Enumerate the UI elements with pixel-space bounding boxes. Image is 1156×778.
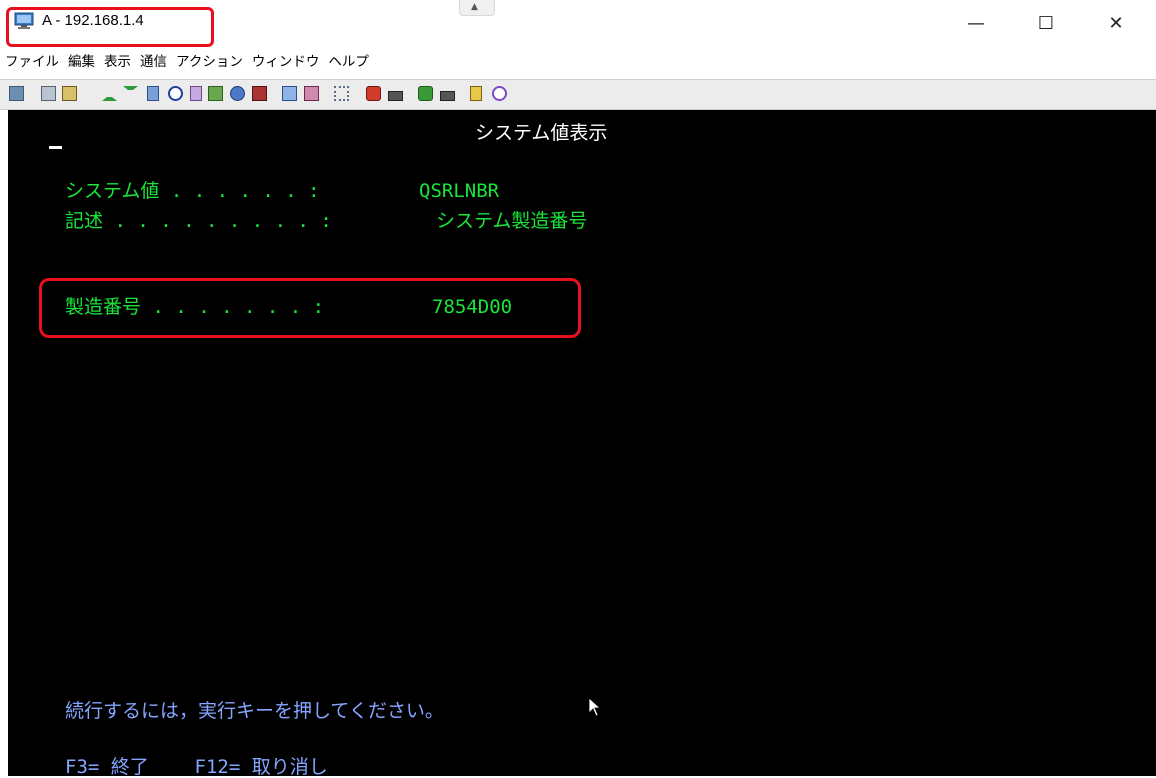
- menu-bar: ファイル 編集 表示 通信 アクション ウィンドウ ヘルプ: [0, 48, 1156, 72]
- receive-file-icon[interactable]: [123, 86, 138, 101]
- document-icon[interactable]: [147, 86, 159, 101]
- close-button[interactable]: ✕: [1096, 8, 1136, 38]
- menu-window[interactable]: ウィンドウ: [247, 48, 324, 72]
- notes-icon[interactable]: [470, 86, 482, 101]
- serial-highlight-box: [39, 278, 581, 338]
- function-keys: F3= 終了 F12= 取り消し: [65, 756, 328, 778]
- receive-icon[interactable]: [388, 91, 403, 101]
- paste-icon[interactable]: [41, 86, 56, 101]
- clock-icon[interactable]: [168, 86, 183, 101]
- title-highlight-box: [6, 7, 214, 47]
- help-icon[interactable]: [492, 86, 507, 101]
- tools-icon[interactable]: [334, 86, 349, 101]
- menu-action[interactable]: アクション: [171, 48, 247, 72]
- field-label-description: 記述 . . . . . . . . . :: [65, 210, 332, 232]
- receive2-icon[interactable]: [440, 91, 455, 101]
- toolbar: [0, 79, 1156, 110]
- mouse-pointer-icon: [588, 697, 602, 717]
- continue-prompt: 続行するには，実行キーを押してください。: [65, 700, 444, 722]
- send2-icon[interactable]: [418, 86, 433, 101]
- title-bar: A - 192.168.1.4 ▲ — ☐ ✕: [0, 0, 1156, 47]
- macro-icon[interactable]: [190, 86, 202, 101]
- copy-icon[interactable]: [9, 86, 24, 101]
- minimize-button[interactable]: —: [956, 8, 996, 38]
- menu-edit[interactable]: 編集: [63, 48, 99, 72]
- printer-setup-icon[interactable]: [230, 86, 245, 101]
- send-icon[interactable]: [366, 86, 381, 101]
- menu-file[interactable]: ファイル: [0, 48, 63, 72]
- terminal-screen[interactable]: システム値表示 システム値 . . . . . . : QSRLNBR 記述 .…: [8, 110, 1156, 778]
- field-label-system-value: システム値 . . . . . . :: [65, 180, 320, 202]
- display-icon[interactable]: [282, 86, 297, 101]
- field-value-description: システム製造番号: [436, 210, 588, 232]
- collapse-ribbon-button[interactable]: ▲: [459, 0, 495, 16]
- menu-help[interactable]: ヘルプ: [323, 48, 373, 72]
- maximize-button[interactable]: ☐: [1026, 8, 1066, 38]
- screen-icon[interactable]: [252, 86, 267, 101]
- chevron-up-icon: ▲: [471, 2, 478, 12]
- menu-communication[interactable]: 通信: [135, 48, 171, 72]
- print-icon[interactable]: [208, 86, 223, 101]
- paste-special-icon[interactable]: [62, 86, 77, 101]
- keyboard-icon[interactable]: [304, 86, 319, 101]
- menu-view[interactable]: 表示: [99, 48, 135, 72]
- field-value-system-value: QSRLNBR: [419, 180, 500, 202]
- screen-heading: システム値表示: [475, 122, 608, 144]
- send-file-icon[interactable]: [102, 86, 117, 101]
- text-cursor: [49, 146, 62, 149]
